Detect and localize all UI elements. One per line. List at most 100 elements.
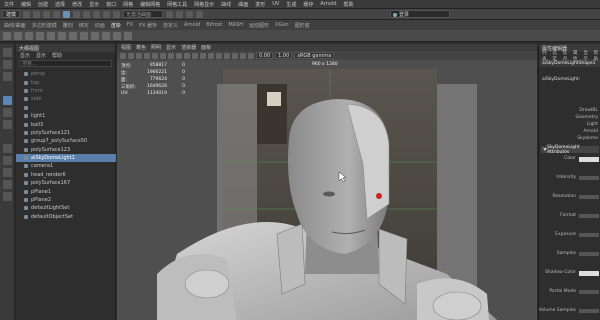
single-view-icon[interactable] bbox=[3, 144, 12, 153]
move-tool-icon[interactable] bbox=[3, 96, 12, 105]
outliner-item[interactable]: polySurface121 bbox=[16, 129, 116, 137]
menu-item[interactable]: 缓存 bbox=[303, 1, 313, 8]
lasso-tool-icon[interactable] bbox=[3, 60, 12, 69]
hypershade-icon[interactable] bbox=[196, 10, 204, 18]
menu-item[interactable]: 选择 bbox=[55, 1, 65, 8]
outliner-item[interactable]: persp bbox=[16, 70, 116, 78]
attr-group-label[interactable]: Arnold bbox=[583, 129, 598, 134]
attr-slider[interactable] bbox=[579, 233, 599, 237]
viewport-menu-item[interactable]: 渲染器 bbox=[181, 44, 196, 51]
exposure-field[interactable]: 0.00 bbox=[256, 52, 274, 59]
persp-outliner-icon[interactable] bbox=[3, 168, 12, 177]
shelf-tab[interactable]: Bifrost bbox=[206, 22, 222, 28]
menu-item[interactable]: 变形 bbox=[255, 1, 265, 8]
shadows-icon[interactable] bbox=[232, 52, 238, 59]
shelf-tab[interactable]: 运动图形 bbox=[249, 22, 269, 29]
color-swatch[interactable] bbox=[579, 157, 599, 162]
shelf-tab[interactable]: 图形窗 bbox=[295, 22, 310, 29]
shelf-tab[interactable]: 渲染 bbox=[111, 22, 121, 29]
render-settings-icon[interactable] bbox=[186, 10, 194, 18]
menu-item[interactable]: 网格工具 bbox=[167, 1, 187, 8]
ipr-render-icon[interactable] bbox=[176, 10, 184, 18]
snap-point-icon[interactable] bbox=[113, 10, 121, 18]
outliner-item[interactable]: light1 bbox=[16, 112, 116, 120]
attr-group-label[interactable]: Skydome bbox=[577, 136, 598, 141]
user-login-field[interactable]: 登录 bbox=[390, 10, 450, 18]
outliner-item[interactable]: defaultObjectSet bbox=[16, 213, 116, 221]
lights-icon[interactable] bbox=[224, 52, 230, 59]
resolution-gate-icon[interactable] bbox=[168, 52, 174, 59]
menu-item[interactable]: 帮助 bbox=[344, 1, 354, 8]
shelf-tab[interactable]: 曲线/曲面 bbox=[4, 22, 26, 29]
viewport-menu-item[interactable]: 视图 bbox=[121, 44, 131, 51]
shelf-tool-icon[interactable] bbox=[36, 31, 44, 40]
viewport-menu-item[interactable]: 照明 bbox=[151, 44, 161, 51]
xray-icon[interactable] bbox=[248, 52, 254, 59]
select-by-object-icon[interactable] bbox=[73, 10, 81, 18]
camera-attributes-icon[interactable] bbox=[128, 52, 134, 59]
redo-icon[interactable] bbox=[53, 10, 61, 18]
menu-item[interactable]: 网格显示 bbox=[194, 1, 214, 8]
menu-set-dropdown[interactable]: 建模 bbox=[2, 10, 21, 18]
menu-item[interactable]: 窗口 bbox=[106, 1, 116, 8]
wireframe-icon[interactable] bbox=[200, 52, 206, 59]
outliner-item[interactable] bbox=[16, 104, 116, 112]
outliner-menu-item[interactable]: 帮助 bbox=[52, 52, 62, 59]
menu-item[interactable]: 编辑网格 bbox=[140, 1, 160, 8]
layout-icon[interactable] bbox=[3, 192, 12, 201]
menu-item[interactable]: 文件 bbox=[4, 1, 14, 8]
menu-item[interactable]: 生成 bbox=[286, 1, 296, 8]
live-surface-field[interactable]: 无激活曲面 bbox=[123, 10, 164, 18]
outliner-item[interactable]: ball3 bbox=[16, 120, 116, 128]
outliner-item[interactable]: pPlane1 bbox=[16, 187, 116, 195]
gate-mask-icon[interactable] bbox=[176, 52, 182, 59]
paint-select-icon[interactable] bbox=[3, 72, 12, 81]
node-tab[interactable]: aiSkyDomeLightShape1 bbox=[539, 59, 600, 67]
outliner-item[interactable]: camera1 bbox=[16, 162, 116, 170]
shelf-tool-icon[interactable] bbox=[69, 31, 77, 40]
outliner-item[interactable]: pPlane2 bbox=[16, 196, 116, 204]
viewport-menu-item[interactable]: 面板 bbox=[201, 44, 211, 51]
safe-action-icon[interactable] bbox=[192, 52, 198, 59]
outliner-menu-item[interactable]: 显示 bbox=[20, 52, 30, 59]
outliner-item[interactable]: polySurface167 bbox=[16, 179, 116, 187]
attr-slider[interactable] bbox=[579, 309, 599, 313]
shelf-tab[interactable]: XGen bbox=[275, 22, 289, 28]
shelf-tool-icon[interactable] bbox=[102, 31, 110, 40]
scale-tool-icon[interactable] bbox=[3, 120, 12, 129]
shelf-tool-icon[interactable] bbox=[25, 31, 33, 40]
select-tool-icon[interactable] bbox=[3, 48, 12, 57]
shelf-tab[interactable]: 雕刻 bbox=[63, 22, 73, 29]
menu-item[interactable]: 修改 bbox=[72, 1, 82, 8]
textured-icon[interactable] bbox=[216, 52, 222, 59]
color-space-dropdown[interactable]: sRGB gamma bbox=[294, 52, 335, 59]
shelf-tool-icon[interactable] bbox=[3, 31, 11, 40]
menu-item[interactable]: 显示 bbox=[89, 1, 99, 8]
select-by-component-icon[interactable] bbox=[83, 10, 91, 18]
snap-grid-icon[interactable] bbox=[93, 10, 101, 18]
attr-slider[interactable] bbox=[579, 252, 599, 256]
menu-item[interactable]: 曲面 bbox=[238, 1, 248, 8]
attr-slider[interactable] bbox=[579, 214, 599, 218]
image-plane-icon[interactable] bbox=[144, 52, 150, 59]
outliner-search-input[interactable]: 搜索... bbox=[19, 60, 112, 67]
menu-item[interactable]: UV bbox=[272, 1, 279, 7]
snap-curve-icon[interactable] bbox=[103, 10, 111, 18]
outliner-item[interactable]: top bbox=[16, 78, 116, 86]
gamma-field[interactable]: 1.00 bbox=[275, 52, 293, 59]
smooth-shade-icon[interactable] bbox=[208, 52, 214, 59]
undo-icon[interactable] bbox=[43, 10, 51, 18]
shelf-tool-icon[interactable] bbox=[113, 31, 121, 40]
shelf-tool-icon[interactable] bbox=[14, 31, 22, 40]
shelf-tab[interactable]: Arnold bbox=[184, 22, 200, 28]
outliner-item[interactable]: group7_polySurface50 bbox=[16, 137, 116, 145]
shelf-tab[interactable]: FX 缓存 bbox=[139, 22, 157, 29]
select-by-hierarchy-icon[interactable] bbox=[63, 10, 71, 18]
viewport-menu-item[interactable]: 着色 bbox=[136, 44, 146, 51]
persp-graph-icon[interactable] bbox=[3, 180, 12, 189]
menu-item[interactable]: 网格 bbox=[123, 1, 133, 8]
field-chart-icon[interactable] bbox=[184, 52, 190, 59]
outliner-menu-item[interactable]: 显示 bbox=[36, 52, 46, 59]
attr-slider[interactable] bbox=[579, 290, 599, 294]
persp-viewport[interactable]: 视图 着色 照明 显示 渲染器 面板 0.00 1.00 sRGB gamma 顶点: 95… bbox=[117, 44, 537, 320]
